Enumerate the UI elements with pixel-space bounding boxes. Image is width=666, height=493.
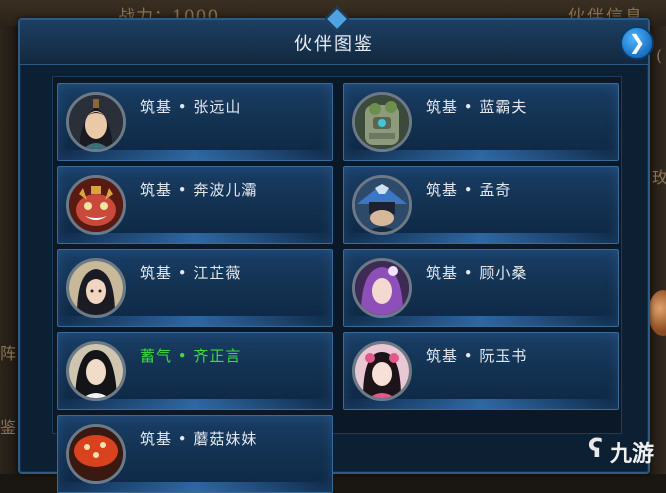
partner-gallery-panel: 伙伴图鉴 ❯ 筑基 • 张远山 筑基 • 蓝霸夫 筑基 • 奔波儿灞 筑基 • … xyxy=(18,6,654,493)
partner-card[interactable]: 筑基 • 江芷薇 xyxy=(57,249,333,327)
partner-card[interactable]: 筑基 • 顾小桑 xyxy=(343,249,619,327)
partner-name: 蓄气 • 齐正言 xyxy=(140,347,242,365)
partner-name: 筑基 • 江芷薇 xyxy=(140,264,242,282)
partner-name: 筑基 • 顾小桑 xyxy=(426,264,528,282)
partner-card[interactable]: 筑基 • 张远山 xyxy=(57,83,333,161)
background-left-edge xyxy=(0,26,18,474)
partner-name: 筑基 • 阮玉书 xyxy=(426,347,528,365)
background-side-char: 鉴 xyxy=(0,418,17,437)
partner-card[interactable]: 筑基 • 奔波儿灞 xyxy=(57,166,333,244)
background-side-char: 阵 xyxy=(0,344,17,363)
partner-avatar-icon xyxy=(66,424,126,484)
partner-name: 筑基 • 张远山 xyxy=(140,98,242,116)
partner-card[interactable]: 筑基 • 蓝霸夫 xyxy=(343,83,619,161)
partner-avatar-icon xyxy=(66,341,126,401)
background-side-char: ( xyxy=(656,46,663,65)
九游-logo-icon: ʕ xyxy=(588,434,603,464)
watermark-text: 九游 xyxy=(610,442,655,467)
partner-avatar-icon xyxy=(352,92,412,152)
partner-avatar-icon xyxy=(66,258,126,318)
partner-avatar-icon xyxy=(352,341,412,401)
partner-avatar-icon xyxy=(352,258,412,318)
partner-name: 筑基 • 孟奇 xyxy=(426,181,512,199)
partner-avatar-icon xyxy=(66,175,126,235)
partner-name: 筑基 • 蘑菇妹妹 xyxy=(140,430,258,448)
partner-card[interactable]: 蓄气 • 齐正言 xyxy=(57,332,333,410)
panel-title-bar: 伙伴图鉴 xyxy=(20,6,648,65)
partner-name: 筑基 • 奔波儿灞 xyxy=(140,181,258,199)
partner-name: 筑基 • 蓝霸夫 xyxy=(426,98,528,116)
background-right-edge xyxy=(648,26,666,474)
partner-card[interactable]: 筑基 • 孟奇 xyxy=(343,166,619,244)
partner-avatar-icon xyxy=(66,92,126,152)
partner-avatar-icon xyxy=(352,175,412,235)
arrow-right-icon: ❯ xyxy=(628,30,646,54)
panel-title: 伙伴图鉴 xyxy=(294,34,374,55)
partner-card[interactable]: 筑基 • 蘑菇妹妹 xyxy=(57,415,333,493)
background-side-char: 玫 xyxy=(652,168,666,187)
close-button[interactable]: ❯ xyxy=(620,26,654,60)
partner-card[interactable]: 筑基 • 阮玉书 xyxy=(343,332,619,410)
partner-list[interactable]: 筑基 • 张远山 筑基 • 蓝霸夫 筑基 • 奔波儿灞 筑基 • 孟奇 筑基 •… xyxy=(52,76,622,493)
